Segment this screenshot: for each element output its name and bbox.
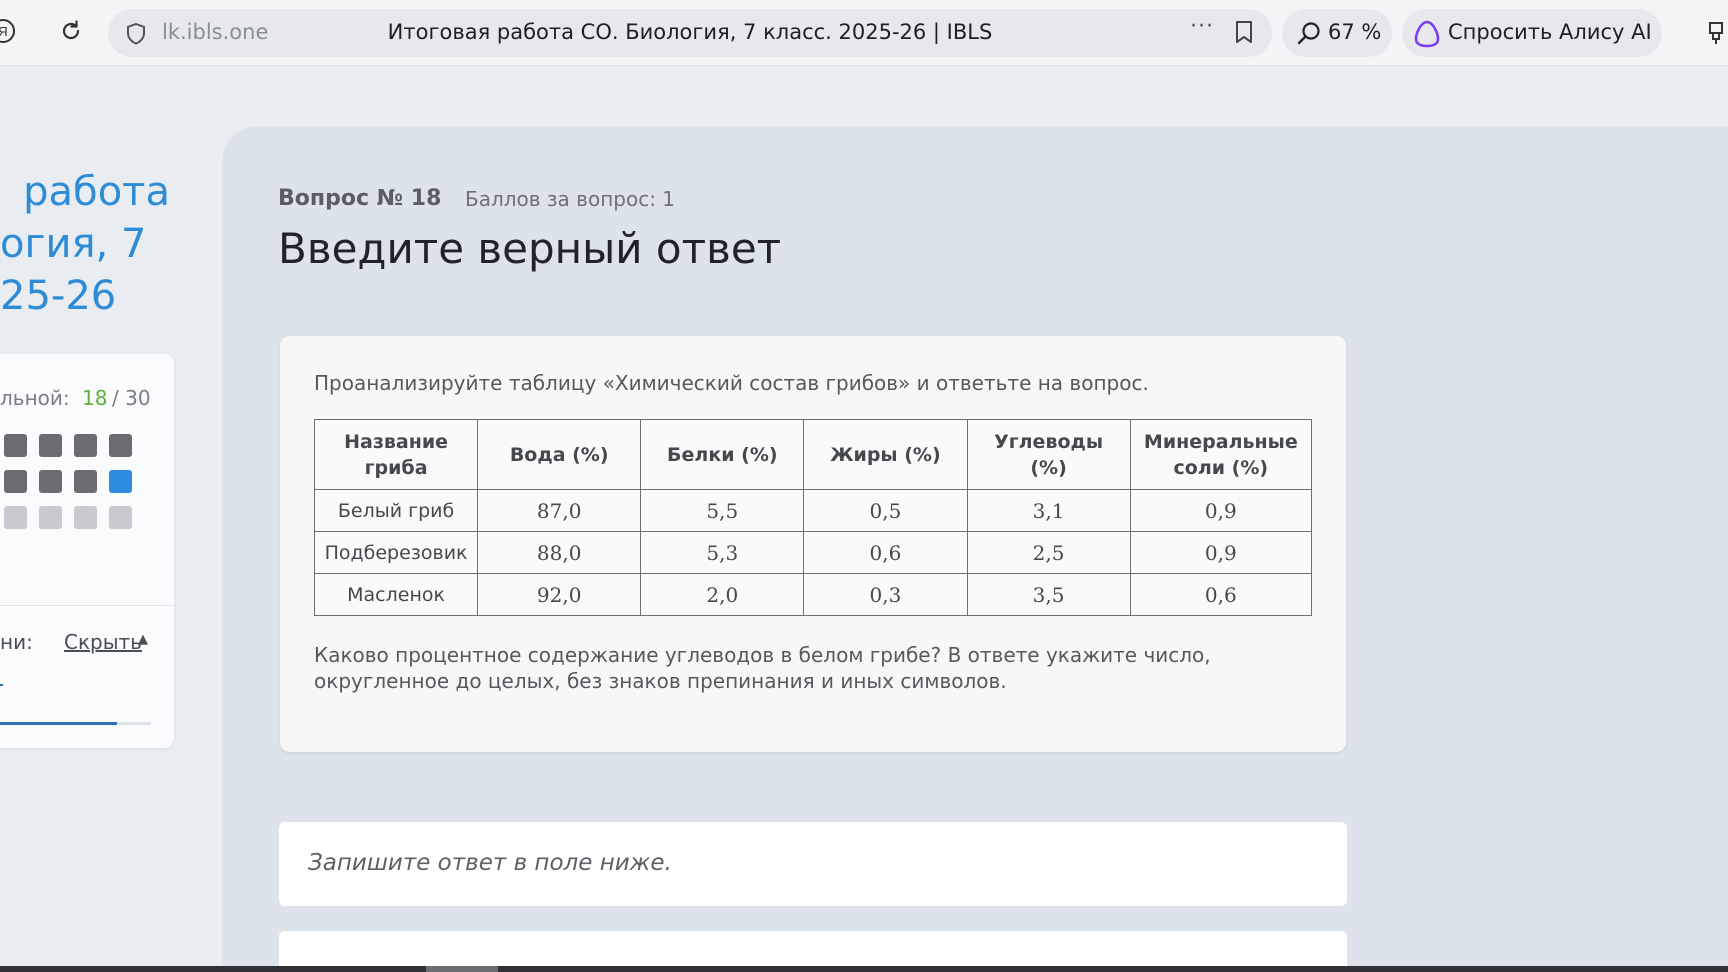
table-row: Масленок 92,0 2,0 0,3 3,5 0,6 bbox=[313, 573, 1313, 616]
scrollbar-thumb[interactable] bbox=[426, 966, 498, 972]
bookmark-icon[interactable] bbox=[1233, 20, 1255, 48]
table-header: Название гриба bbox=[313, 419, 479, 490]
question-intro: Проанализируйте таблицу «Химический сост… bbox=[314, 371, 1149, 395]
table-cell: 5,5 bbox=[640, 489, 805, 532]
table-header: Углеводы (%) bbox=[966, 419, 1131, 490]
sidebar-divider bbox=[0, 605, 174, 606]
question-nav-item[interactable] bbox=[4, 506, 27, 529]
table-cell: 0,6 bbox=[803, 531, 968, 574]
tab-title: Итоговая работа СО. Биология, 7 класс. 2… bbox=[387, 20, 993, 44]
table-cell: 0,9 bbox=[1129, 531, 1313, 574]
table-cell: 0,5 bbox=[803, 489, 968, 532]
timer-progress-fill bbox=[0, 722, 117, 725]
table-header: Белки (%) bbox=[640, 419, 805, 490]
ask-alice-label: Спросить Алису AI bbox=[1448, 20, 1652, 44]
extension-icon[interactable] bbox=[1706, 20, 1728, 50]
horizontal-scrollbar[interactable] bbox=[0, 966, 1728, 972]
table-cell: 88,0 bbox=[477, 531, 642, 574]
table-cell: 3,5 bbox=[966, 573, 1131, 616]
question-points: Баллов за вопрос: 1 bbox=[465, 187, 676, 211]
table-cell: 87,0 bbox=[477, 489, 642, 532]
table-cell: 2,5 bbox=[966, 531, 1131, 574]
table-cell: 0,3 bbox=[803, 573, 968, 616]
progress-label: льной: bbox=[0, 386, 70, 410]
question-nav-item[interactable] bbox=[39, 506, 62, 529]
question-nav-item[interactable] bbox=[4, 470, 27, 493]
table-cell: 5,3 bbox=[640, 531, 805, 574]
table-cell: 3,1 bbox=[966, 489, 1131, 532]
table-header: Жиры (%) bbox=[803, 419, 968, 490]
table-cell: Подберезовик bbox=[313, 531, 479, 574]
more-icon[interactable]: ··· bbox=[1190, 14, 1214, 39]
progress-total: / 30 bbox=[112, 386, 151, 410]
table-cell: 2,0 bbox=[640, 573, 805, 616]
test-title-line: 25-26 bbox=[0, 273, 117, 319]
progress-card bbox=[0, 354, 174, 748]
question-nav-item[interactable] bbox=[39, 434, 62, 457]
test-title: работа огия, 7 25-26 bbox=[0, 166, 170, 322]
question-number: Вопрос № 18 bbox=[278, 186, 442, 211]
answer-hint: Запишите ответ в поле ниже. bbox=[308, 850, 672, 876]
question-nav-item[interactable] bbox=[74, 434, 97, 457]
question-nav-item[interactable] bbox=[109, 506, 132, 529]
question-text: Каково процентное содержание углеводов в… bbox=[314, 643, 1211, 693]
table-row: Подберезовик 88,0 5,3 0,6 2,5 0,9 bbox=[313, 531, 1313, 574]
progress-current: 18 bbox=[82, 386, 108, 410]
zoom-level: 67 % bbox=[1328, 20, 1382, 44]
question-nav-item[interactable] bbox=[4, 434, 27, 457]
test-title-line: работа bbox=[23, 169, 170, 215]
table-cell: Масленок bbox=[313, 573, 479, 616]
timer-marker bbox=[0, 684, 3, 686]
table-cell: 0,9 bbox=[1129, 489, 1313, 532]
question-nav-item[interactable] bbox=[109, 434, 132, 457]
table-cell: 92,0 bbox=[477, 573, 642, 616]
table-header: Вода (%) bbox=[477, 419, 642, 490]
test-title-line: огия, 7 bbox=[0, 221, 147, 267]
question-nav-item[interactable] bbox=[74, 470, 97, 493]
zoom-search-icon bbox=[1296, 21, 1322, 51]
table-row: Белый гриб 87,0 5,5 0,5 3,1 0,9 bbox=[313, 489, 1313, 532]
alice-icon bbox=[1412, 19, 1442, 53]
hide-link[interactable]: Скрыть bbox=[64, 630, 142, 654]
question-nav-item[interactable] bbox=[74, 506, 97, 529]
question-nav-item[interactable] bbox=[39, 470, 62, 493]
question-heading: Введите верный ответ bbox=[278, 224, 782, 273]
timer-label: ни: bbox=[0, 630, 33, 654]
table-cell: Белый гриб bbox=[313, 489, 479, 532]
question-nav-item-current[interactable] bbox=[109, 470, 132, 493]
fungi-table: Название гриба Вода (%) Белки (%) Жиры (… bbox=[313, 419, 1313, 616]
table-header-row: Название гриба Вода (%) Белки (%) Жиры (… bbox=[313, 419, 1313, 490]
table-header: Минеральные соли (%) bbox=[1129, 419, 1313, 490]
table-cell: 0,6 bbox=[1129, 573, 1313, 616]
caret-up-icon[interactable]: ▲ bbox=[138, 632, 148, 647]
